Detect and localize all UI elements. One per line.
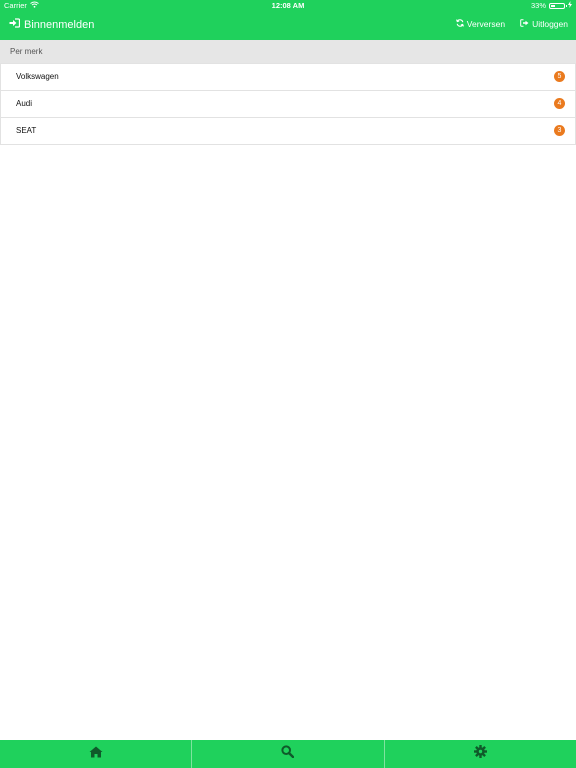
refresh-icon: [455, 19, 464, 29]
refresh-label: Verversen: [466, 19, 506, 29]
battery-icon: [549, 3, 567, 9]
sign-in-icon: [9, 18, 21, 31]
tab-bar: [0, 740, 576, 768]
tab-settings[interactable]: [385, 740, 576, 768]
brand-name: Volkswagen: [16, 72, 59, 81]
status-bar: Carrier 12:08 AM 33%: [0, 0, 576, 12]
brand-name: SEAT: [16, 126, 37, 135]
top-bar: Carrier 12:08 AM 33% Binnenmelden Verver…: [0, 0, 576, 40]
tab-search[interactable]: [192, 740, 385, 768]
home-icon: [89, 745, 103, 763]
page-title: Binnenmelden: [24, 18, 95, 31]
charging-icon: [568, 0, 572, 12]
brand-name: Audi: [16, 99, 33, 108]
status-time: 12:08 AM: [271, 1, 305, 10]
gear-icon: [473, 745, 487, 763]
tab-home[interactable]: [0, 740, 193, 768]
section-header: Per merk: [0, 40, 576, 63]
list-item[interactable]: SEAT 3: [1, 118, 575, 145]
brand-list: Volkswagen 5 Audi 4 SEAT 3: [0, 63, 576, 145]
count-badge: 4: [554, 98, 565, 109]
refresh-button[interactable]: Verversen: [455, 19, 506, 29]
page-title-area: Binnenmelden: [9, 18, 94, 31]
sign-out-icon: [520, 19, 529, 29]
count-badge: 5: [554, 71, 565, 82]
list-item[interactable]: Audi 4: [1, 91, 575, 118]
battery-info: 33%: [531, 0, 572, 12]
header-actions: Verversen Uitloggen: [455, 19, 568, 29]
count-badge: 3: [554, 125, 565, 136]
search-icon: [281, 745, 295, 763]
logout-button[interactable]: Uitloggen: [520, 19, 568, 29]
battery-percent: 33%: [530, 1, 546, 10]
logout-label: Uitloggen: [532, 19, 568, 29]
list-item[interactable]: Volkswagen 5: [1, 64, 575, 91]
